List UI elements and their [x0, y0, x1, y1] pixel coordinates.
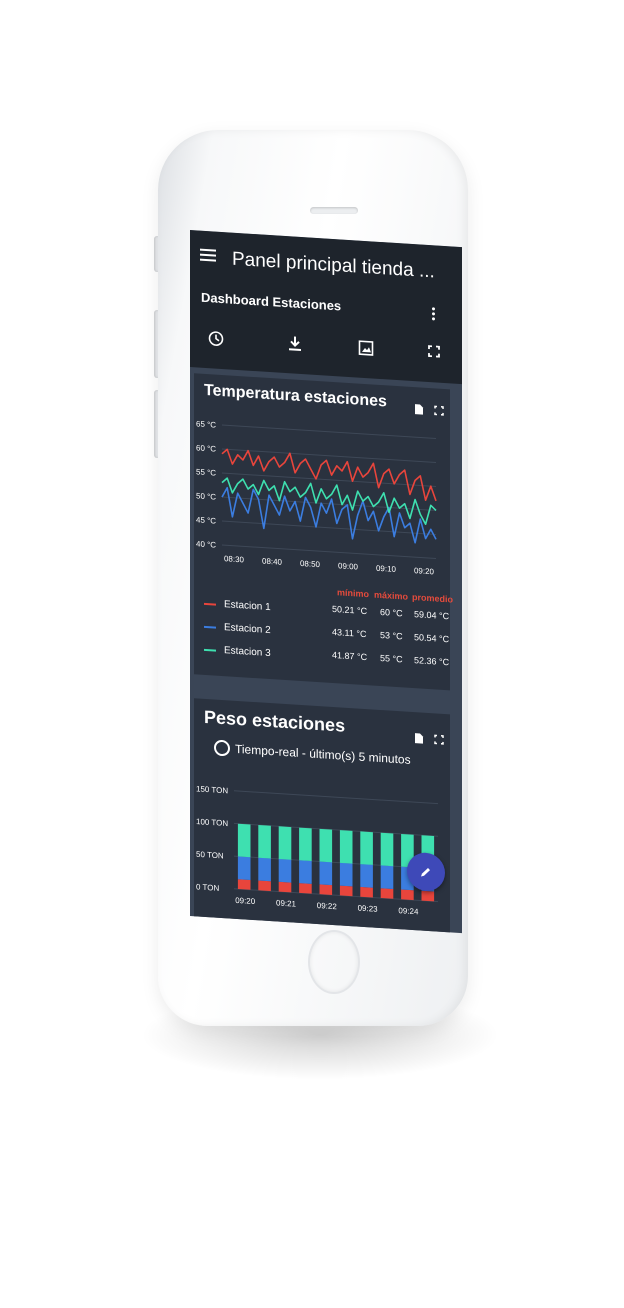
pdf-export-icon[interactable] [414, 732, 424, 748]
bar-segment [237, 856, 251, 881]
legend-item[interactable]: Estacion 2 [204, 621, 271, 636]
x-tick-label: 09:10 [376, 564, 397, 574]
realtime-indicator: Tiempo-real - último(s) 5 minutos [214, 739, 411, 768]
bar-segment [258, 857, 271, 882]
grid-line [234, 790, 438, 805]
bar-segment [299, 827, 312, 862]
y-tick-label: 55 °C [196, 467, 216, 477]
stat-value: 60 °C [380, 606, 403, 619]
legend-swatch [204, 648, 216, 652]
phone-speaker [310, 207, 358, 214]
x-tick-label: 09:22 [317, 901, 338, 911]
bar-segment [380, 888, 394, 899]
dashboard-subtitle: Dashboard Estaciones [201, 289, 342, 314]
grid-line [222, 448, 436, 463]
bar-segment [319, 861, 333, 886]
clock-icon [214, 739, 230, 757]
x-tick-label: 09:24 [398, 906, 419, 916]
y-tick-label: 50 °C [196, 491, 216, 501]
bar-segment [258, 824, 271, 859]
y-tick-label: 60 °C [196, 443, 216, 453]
x-tick-label: 09:00 [338, 561, 359, 571]
temperature-card-title: Temperatura estaciones [204, 381, 387, 411]
more-options-icon[interactable] [432, 307, 436, 322]
bar-segment [319, 828, 333, 863]
realtime-label: Tiempo-real - último(s) 5 minutos [235, 741, 411, 767]
bar-segment [339, 885, 353, 897]
min-header: mínimo [337, 587, 370, 600]
download-icon[interactable] [288, 335, 302, 357]
legend-label: Estacion 1 [224, 599, 271, 614]
stat-value: 50.21 °C [332, 603, 368, 617]
temperature-card: Temperatura estaciones 65 °C 60 °C 55 °C 50… [194, 373, 454, 691]
bar-segment [360, 886, 373, 898]
stat-value: 43.11 °C [332, 626, 367, 640]
bar-segment [339, 862, 353, 887]
stat-value: 59.04 °C [414, 609, 450, 622]
x-tick-label: 09:20 [414, 566, 435, 576]
weight-bar-chart: 150 TON 100 TON 50 TON 0 TON 09:20 09:21 09:22… [196, 784, 438, 916]
x-tick-label: 08:50 [300, 559, 321, 569]
x-tick-label: 09:23 [358, 904, 379, 914]
bar-segment [237, 879, 251, 890]
avg-header: promedio [412, 591, 454, 605]
app-bar: Panel principal tienda ... Dashboard Est… [190, 230, 462, 385]
stat-value: 50.54 °C [414, 632, 450, 645]
bar-segment [360, 831, 373, 865]
stat-value: 52.36 °C [414, 655, 450, 668]
bar-segment [237, 823, 251, 858]
app-title: Panel principal tienda ... [232, 248, 435, 283]
pdf-export-icon[interactable] [414, 403, 424, 419]
bar-segment [339, 830, 353, 864]
home-button[interactable] [308, 930, 360, 994]
legend-item[interactable]: Estacion 3 [204, 644, 271, 659]
phone-screen: Panel principal tienda ... Dashboard Est… [190, 230, 462, 934]
menu-icon[interactable] [200, 248, 216, 264]
bar-segment [380, 832, 394, 867]
bar-segment [278, 858, 292, 883]
bar-segment [299, 883, 312, 894]
stat-value: 41.87 °C [332, 649, 368, 663]
stat-value: 53 °C [380, 629, 403, 642]
y-tick-label: 50 TON [196, 850, 224, 861]
temperature-line-chart: 65 °C 60 °C 55 °C 50 °C 45 °C 40 °C 08:30 08:40… [196, 419, 437, 576]
bar-segment [360, 864, 373, 888]
pencil-icon [421, 867, 430, 877]
y-tick-label: 40 °C [196, 539, 216, 549]
grid-line [222, 544, 436, 559]
legend-label: Estacion 3 [224, 645, 271, 660]
fullscreen-icon[interactable] [428, 344, 440, 363]
x-tick-label: 09:21 [276, 898, 297, 908]
bar-segment [421, 890, 435, 902]
legend-swatch [204, 625, 216, 629]
image-icon[interactable] [358, 340, 374, 362]
x-tick-label: 09:20 [235, 896, 256, 906]
bar-segment [258, 880, 271, 892]
max-header: máximo [374, 589, 409, 602]
bar-segment [299, 860, 312, 884]
card-fullscreen-icon[interactable] [434, 733, 444, 748]
bar-segment [319, 884, 333, 895]
weight-card: Peso estaciones Tiempo-real - último(s) … [194, 698, 450, 934]
y-tick-label: 65 °C [196, 419, 216, 429]
y-tick-label: 45 °C [196, 515, 216, 525]
x-tick-label: 08:40 [262, 557, 283, 567]
legend-label: Estacion 2 [224, 622, 271, 637]
x-tick-label: 08:30 [224, 554, 245, 564]
bar-segment [278, 881, 292, 893]
y-tick-label: 150 TON [196, 784, 228, 795]
card-fullscreen-icon[interactable] [434, 404, 444, 419]
legend-swatch [204, 602, 216, 606]
bar-segment [278, 826, 292, 860]
y-tick-label: 100 TON [196, 817, 228, 828]
bar-segment [401, 889, 414, 901]
grid-line [222, 424, 436, 439]
weight-card-title: Peso estaciones [204, 706, 346, 736]
legend-item[interactable]: Estacion 1 [204, 598, 271, 613]
clock-icon[interactable] [208, 330, 224, 352]
stat-value: 55 °C [380, 652, 403, 665]
y-tick-label: 0 TON [196, 882, 219, 892]
bar-segment [380, 865, 394, 889]
